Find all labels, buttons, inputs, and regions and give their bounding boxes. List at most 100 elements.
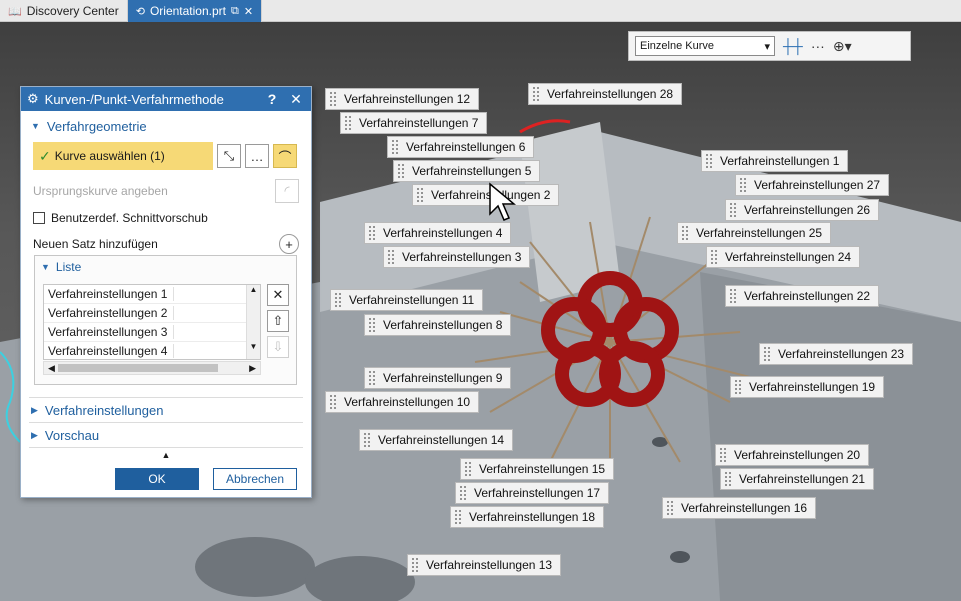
intersection-icon[interactable]: ┼┼ xyxy=(783,38,803,54)
horizontal-scrollbar[interactable]: ◀ ▶ xyxy=(43,361,261,375)
callout-label[interactable]: Verfahreinstellungen 13 xyxy=(407,554,562,576)
callout-label[interactable]: Verfahreinstellungen 14 xyxy=(359,429,514,451)
drag-grip-icon[interactable] xyxy=(387,249,395,265)
callout-label[interactable]: Verfahreinstellungen 4 xyxy=(364,222,512,244)
drag-grip-icon[interactable] xyxy=(411,557,419,573)
custom-feed-row[interactable]: Benutzerdef. Schnittvorschub xyxy=(21,208,311,228)
drag-grip-icon[interactable] xyxy=(416,187,424,203)
drag-grip-icon[interactable] xyxy=(705,153,713,169)
drag-grip-icon[interactable] xyxy=(397,163,405,179)
list-item[interactable]: Verfahreinstellungen 2 xyxy=(44,304,260,323)
scroll-left-icon[interactable]: ◀ xyxy=(48,363,55,374)
list-item[interactable]: Verfahreinstellungen 1 xyxy=(44,285,260,304)
callout-label[interactable]: Verfahreinstellungen 24 xyxy=(706,246,861,268)
scroll-right-icon[interactable]: ▶ xyxy=(249,363,256,374)
tab-discovery-center[interactable]: 📖 Discovery Center xyxy=(0,0,128,22)
callout-label[interactable]: Verfahreinstellungen 15 xyxy=(460,458,615,480)
drag-grip-icon[interactable] xyxy=(363,432,371,448)
ok-button[interactable]: OK xyxy=(115,468,199,490)
curve-rule-dropdown[interactable]: Einzelne Kurve ▾ xyxy=(635,36,775,56)
help-button[interactable]: ? xyxy=(263,91,281,107)
drag-grip-icon[interactable] xyxy=(532,86,540,102)
drag-grip-icon[interactable] xyxy=(368,225,376,241)
callout-text: Verfahreinstellungen 21 xyxy=(739,472,866,486)
tab-orientation-prt[interactable]: ⟲ Orientation.prt ⧉ ✕ xyxy=(127,0,263,22)
drag-grip-icon[interactable] xyxy=(724,471,732,487)
more-icon[interactable]: ··· xyxy=(811,38,825,54)
drag-grip-icon[interactable] xyxy=(329,394,337,410)
drag-grip-icon[interactable] xyxy=(459,485,467,501)
callout-label[interactable]: Verfahreinstellungen 6 xyxy=(387,136,535,158)
list-item[interactable]: Verfahreinstellungen 3 xyxy=(44,323,260,342)
drag-grip-icon[interactable] xyxy=(763,346,771,362)
drag-grip-icon[interactable] xyxy=(454,509,462,525)
dialog-title: Kurven-/Punkt-Verfahrmethode xyxy=(44,91,224,107)
drag-grip-icon[interactable] xyxy=(719,447,727,463)
callout-label[interactable]: Verfahreinstellungen 21 xyxy=(720,468,875,490)
curve-icon[interactable]: ⌒ xyxy=(273,144,297,168)
snap-point-icon[interactable]: ⊕▾ xyxy=(833,38,852,55)
drag-grip-icon[interactable] xyxy=(739,177,747,193)
callout-label[interactable]: Verfahreinstellungen 23 xyxy=(759,343,914,365)
callout-label[interactable]: Verfahreinstellungen 28 xyxy=(528,83,683,105)
drag-grip-icon[interactable] xyxy=(391,139,399,155)
callout-label[interactable]: Verfahreinstellungen 10 xyxy=(325,391,480,413)
vertical-scrollbar[interactable]: ▲ ▼ xyxy=(246,285,260,359)
list-item[interactable]: Verfahreinstellungen 4 xyxy=(44,342,260,359)
callout-label[interactable]: Verfahreinstellungen 11 xyxy=(330,289,484,311)
callout-label[interactable]: Verfahreinstellungen 17 xyxy=(455,482,610,504)
list-item-label: Verfahreinstellungen 2 xyxy=(48,306,174,320)
callout-label[interactable]: Verfahreinstellungen 12 xyxy=(325,88,480,110)
settings-list[interactable]: Verfahreinstellungen 1 Verfahreinstellun… xyxy=(43,284,261,360)
callout-label[interactable]: Verfahreinstellungen 9 xyxy=(364,367,512,389)
close-tab-icon[interactable]: ✕ xyxy=(244,5,253,18)
move-up-icon[interactable]: ⇧ xyxy=(267,310,289,332)
select-curve-button[interactable]: ✓ Kurve auswählen (1) xyxy=(33,142,213,170)
group-drive-geometry-header[interactable]: ▼ Verfahrgeometrie xyxy=(21,114,311,138)
cancel-button[interactable]: Abbrechen xyxy=(213,468,297,490)
drag-grip-icon[interactable] xyxy=(729,288,737,304)
drag-grip-icon[interactable] xyxy=(344,115,352,131)
drag-grip-icon[interactable] xyxy=(334,292,342,308)
add-set-button[interactable]: + xyxy=(279,234,299,254)
callout-label[interactable]: Verfahreinstellungen 5 xyxy=(393,160,541,182)
drag-grip-icon[interactable] xyxy=(710,249,718,265)
callout-label[interactable]: Verfahreinstellungen 7 xyxy=(340,112,488,134)
reverse-direction-icon[interactable]: ⤡ xyxy=(217,144,241,168)
point-dialog-icon[interactable]: … xyxy=(245,144,269,168)
callout-label[interactable]: Verfahreinstellungen 8 xyxy=(364,314,512,336)
callout-label[interactable]: Verfahreinstellungen 2 xyxy=(412,184,560,206)
drag-grip-icon[interactable] xyxy=(464,461,472,477)
origin-curve-label: Ursprungskurve angeben xyxy=(33,184,168,198)
delete-icon[interactable]: ✕ xyxy=(267,284,289,306)
callout-text: Verfahreinstellungen 14 xyxy=(378,433,505,447)
callout-label[interactable]: Verfahreinstellungen 26 xyxy=(725,199,880,221)
callout-label[interactable]: Verfahreinstellungen 18 xyxy=(450,506,605,528)
callout-label[interactable]: Verfahreinstellungen 16 xyxy=(662,497,817,519)
callout-label[interactable]: Verfahreinstellungen 22 xyxy=(725,285,880,307)
callout-label[interactable]: Verfahreinstellungen 25 xyxy=(677,222,832,244)
scroll-thumb[interactable] xyxy=(58,364,218,372)
group-preview-header[interactable]: ▶ Vorschau xyxy=(21,423,311,447)
collapse-dialog-icon[interactable]: ▲ xyxy=(21,448,311,462)
drag-grip-icon[interactable] xyxy=(666,500,674,516)
close-button[interactable]: ✕ xyxy=(287,91,305,108)
group-settings-header[interactable]: ▶ Verfahreinstellungen xyxy=(21,398,311,422)
dialog-title-bar[interactable]: ⚙ Kurven-/Punkt-Verfahrmethode ? ✕ xyxy=(21,87,311,111)
list-header[interactable]: ▼ Liste xyxy=(35,256,296,278)
callout-label[interactable]: Verfahreinstellungen 3 xyxy=(383,246,531,268)
callout-label[interactable]: Verfahreinstellungen 20 xyxy=(715,444,870,466)
drag-grip-icon[interactable] xyxy=(681,225,689,241)
drag-grip-icon[interactable] xyxy=(729,202,737,218)
list-panel: ▼ Liste Verfahreinstellungen 1 Verfahrei… xyxy=(34,255,297,385)
callout-label[interactable]: Verfahreinstellungen 19 xyxy=(730,376,885,398)
custom-feed-checkbox[interactable] xyxy=(33,212,45,224)
undock-icon[interactable]: ⧉ xyxy=(231,5,239,18)
callout-label[interactable]: Verfahreinstellungen 1 xyxy=(701,150,849,172)
drag-grip-icon[interactable] xyxy=(368,370,376,386)
drag-grip-icon[interactable] xyxy=(734,379,742,395)
callout-label[interactable]: Verfahreinstellungen 27 xyxy=(735,174,890,196)
origin-curve-row: Ursprungskurve angeben ◜ xyxy=(21,179,311,203)
drag-grip-icon[interactable] xyxy=(368,317,376,333)
drag-grip-icon[interactable] xyxy=(329,91,337,107)
